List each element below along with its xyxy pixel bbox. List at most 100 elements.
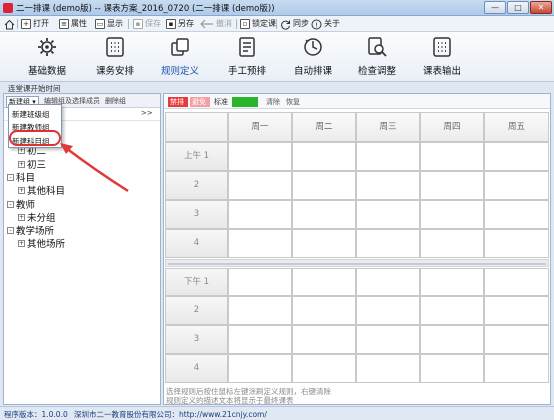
- tree-node-other-venues[interactable]: + 其他场所: [18, 236, 65, 250]
- timetable-slot[interactable]: [420, 296, 484, 325]
- timetable-slot[interactable]: [484, 200, 549, 229]
- rule-preferred-button[interactable]: [232, 97, 258, 107]
- tree-node-other-subjects[interactable]: + 其他科目: [18, 183, 65, 197]
- timetable-slot[interactable]: [292, 171, 356, 200]
- timetable-slot[interactable]: [228, 171, 292, 200]
- home-button[interactable]: [4, 18, 15, 30]
- delete-group-button[interactable]: 删除组: [105, 96, 126, 106]
- minimize-button[interactable]: —: [484, 1, 506, 14]
- timetable-slot[interactable]: [228, 229, 292, 258]
- tree-node-teachers[interactable]: - 教师: [7, 197, 35, 211]
- timetable-slot[interactable]: [356, 229, 420, 258]
- rule-toolbar: 禁排 避免 标准 清除 恢复: [164, 94, 550, 109]
- timetable-slot[interactable]: [356, 354, 420, 383]
- highlight-circle: [9, 130, 61, 146]
- check-adjust-button[interactable]: 检查调整: [347, 36, 407, 80]
- timetable-slot[interactable]: [420, 200, 484, 229]
- timetable-slot[interactable]: [484, 296, 549, 325]
- tree-toggle[interactable]: -: [7, 200, 14, 208]
- timetable-slot[interactable]: [420, 325, 484, 354]
- timetable-slot[interactable]: [228, 142, 292, 171]
- display-button[interactable]: ▭ 显示: [95, 18, 123, 30]
- timetable-slot[interactable]: [420, 354, 484, 383]
- rule-standard-button[interactable]: 标准: [212, 97, 230, 107]
- tree-node-venues[interactable]: - 教学场所: [7, 223, 54, 237]
- timetable-slot[interactable]: [356, 268, 420, 296]
- manual-prearrange-button[interactable]: 手工预排: [217, 36, 277, 80]
- timetable-slot[interactable]: [484, 354, 549, 383]
- sync-button[interactable]: 同步: [280, 18, 309, 30]
- properties-button[interactable]: ≡ 属性: [59, 18, 87, 30]
- timetable-slot[interactable]: [356, 171, 420, 200]
- close-button[interactable]: ✕: [530, 1, 552, 14]
- rule-avoid-button[interactable]: 避免: [190, 97, 210, 107]
- tree-toggle[interactable]: +: [18, 239, 25, 247]
- tree-toggle[interactable]: +: [18, 213, 25, 221]
- menu-item-new-class-group[interactable]: 新建班级组: [12, 109, 50, 120]
- timetable-slot[interactable]: [484, 171, 549, 200]
- day-header: 周四: [420, 112, 484, 142]
- timetable-slot[interactable]: [228, 325, 292, 354]
- timetable-slot[interactable]: [484, 268, 549, 296]
- tree-node-label: 初三: [27, 160, 47, 171]
- auto-schedule-button[interactable]: 自动排课: [283, 36, 343, 80]
- timetable-slot[interactable]: [292, 268, 356, 296]
- properties-label: 属性: [71, 19, 87, 28]
- timetable-slot[interactable]: [292, 142, 356, 171]
- basic-data-button[interactable]: 基础数据: [17, 36, 77, 80]
- window-title: 二一排课 (demo版) -- 课表方案_2016_0720 (二一排课 (de…: [16, 4, 275, 14]
- tree-toggle[interactable]: -: [7, 226, 14, 234]
- svg-text:!: !: [315, 21, 318, 29]
- timetable-output-button[interactable]: 课表输出: [412, 36, 472, 80]
- restore-button[interactable]: 恢复: [284, 97, 302, 107]
- period-label: 4: [165, 229, 228, 258]
- maximize-button[interactable]: □: [507, 1, 529, 14]
- corner-cell: [165, 112, 228, 142]
- tree-node-label: 其他科目: [27, 186, 66, 197]
- timetable-slot[interactable]: [228, 268, 292, 296]
- lock-class-button[interactable]: ▫ 锁定课: [240, 18, 276, 30]
- timetable-slot[interactable]: [228, 296, 292, 325]
- timetable-slot[interactable]: [420, 171, 484, 200]
- clear-button[interactable]: 清除: [264, 97, 282, 107]
- tree-toggle[interactable]: +: [18, 186, 25, 194]
- timetable-slot[interactable]: [420, 142, 484, 171]
- timetable-slot[interactable]: [292, 229, 356, 258]
- tree-node-ungrouped[interactable]: + 未分组: [18, 210, 56, 224]
- save-as-button[interactable]: ▪ 另存: [166, 18, 194, 30]
- open-icon: +: [21, 19, 31, 29]
- home-icon: [4, 19, 15, 29]
- period-label: 2: [165, 171, 228, 200]
- expand-arrows-button[interactable]: >>: [141, 109, 153, 117]
- manual-prearrange-label: 手工预排: [227, 66, 266, 77]
- open-button[interactable]: + 打开: [21, 18, 49, 30]
- timetable-slot[interactable]: [356, 200, 420, 229]
- rule-definition-button[interactable]: 规则定义: [150, 36, 210, 80]
- tree-node-label: 教学场所: [16, 226, 55, 237]
- timetable-slot[interactable]: [356, 296, 420, 325]
- timetable-slot[interactable]: [484, 229, 549, 258]
- timetable-slot[interactable]: [356, 325, 420, 354]
- timetable-slot[interactable]: [420, 268, 484, 296]
- timetable-slot[interactable]: [292, 325, 356, 354]
- timetable-slot[interactable]: [484, 325, 549, 354]
- tree-toggle[interactable]: +: [18, 160, 25, 168]
- tree-node-grade9[interactable]: + 初三: [18, 157, 46, 171]
- timetable-slot[interactable]: [420, 229, 484, 258]
- timetable-slot[interactable]: [228, 354, 292, 383]
- undo-button[interactable]: 撤消: [200, 18, 232, 30]
- timetable-slot[interactable]: [356, 142, 420, 171]
- course-arrangement-button[interactable]: 课务安排: [85, 36, 145, 80]
- timetable-slot[interactable]: [484, 142, 549, 171]
- timetable-slot[interactable]: [292, 200, 356, 229]
- gear-icon: [38, 38, 56, 56]
- timetable-slot[interactable]: [228, 200, 292, 229]
- timetable-slot[interactable]: [292, 296, 356, 325]
- tree-node-subjects[interactable]: - 科目: [7, 170, 35, 184]
- tree-node-label: 教师: [16, 200, 36, 211]
- about-button[interactable]: ! 关于: [311, 18, 340, 30]
- timetable-slot[interactable]: [292, 354, 356, 383]
- rule-ban-button[interactable]: 禁排: [168, 97, 188, 107]
- tree-toggle[interactable]: -: [7, 173, 14, 181]
- save-button[interactable]: ▪ 保存: [133, 18, 161, 30]
